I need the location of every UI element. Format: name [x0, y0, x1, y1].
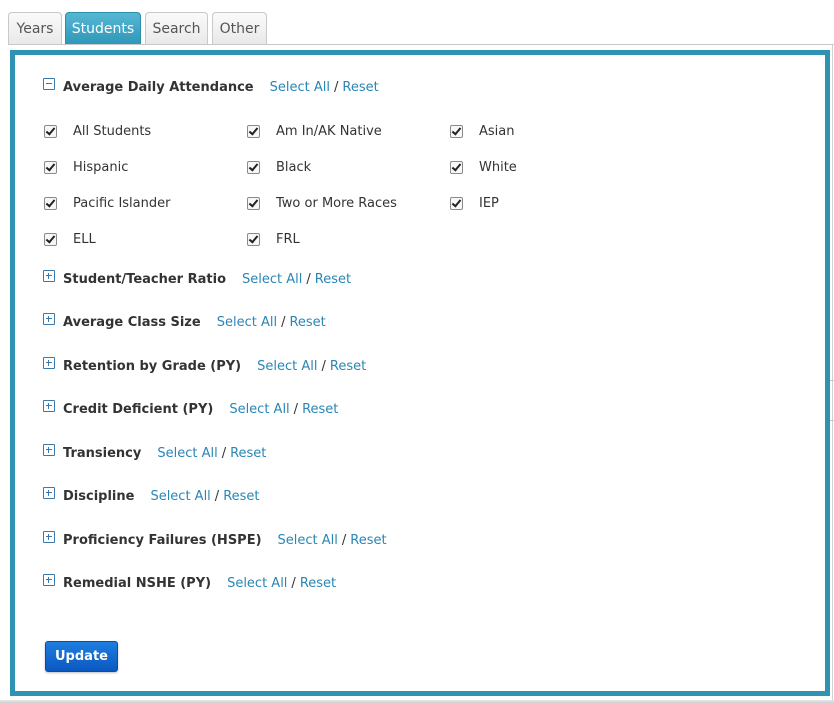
checkbox-asian[interactable]: Asian [450, 123, 514, 139]
checkbox-two-or-more-races[interactable]: Two or More Races [247, 195, 397, 211]
checkbox-label: IEP [479, 195, 499, 211]
checkbox-pacific-islander[interactable]: Pacific Islander [44, 195, 170, 211]
checkbox-black[interactable]: Black [247, 159, 311, 175]
tab-other[interactable]: Other [212, 12, 267, 44]
update-button[interactable]: Update [45, 641, 118, 672]
separator: / [306, 271, 311, 287]
expand-icon[interactable] [43, 357, 55, 369]
reset-link[interactable]: Reset [289, 315, 325, 330]
reset-link[interactable]: Reset [302, 402, 338, 417]
checkbox-am-in-ak-native[interactable]: Am In/AK Native [247, 123, 382, 139]
checkbox-label: FRL [276, 231, 300, 247]
reset-link[interactable]: Reset [350, 533, 386, 548]
tab-years[interactable]: Years [8, 12, 62, 44]
expand-icon[interactable] [43, 270, 55, 282]
checkbox-hispanic[interactable]: Hispanic [44, 159, 128, 175]
section-title: Discipline [63, 488, 135, 504]
separator: / [281, 314, 286, 330]
select-all-link[interactable]: Select All [270, 80, 330, 95]
checkbox-ell[interactable]: ELL [44, 231, 96, 247]
checkbox[interactable] [44, 124, 57, 138]
checkbox[interactable] [247, 124, 260, 138]
section-title: Retention by Grade (PY) [63, 358, 242, 374]
expand-icon[interactable] [43, 531, 55, 543]
reset-link[interactable]: Reset [342, 80, 378, 95]
reset-link[interactable]: Reset [330, 359, 366, 374]
select-all-link[interactable]: Select All [229, 402, 289, 417]
students-filter-panel: Average Daily Attendance Select All / Re… [10, 50, 830, 696]
expand-icon[interactable] [43, 487, 55, 499]
expand-icon[interactable] [43, 444, 55, 456]
checkbox[interactable] [247, 196, 260, 210]
section-proficiency-failures: Proficiency Failures (HSPE) Select All /… [43, 530, 387, 550]
section-title: Average Daily Attendance [63, 79, 254, 95]
checkbox-all-students[interactable]: All Students [44, 123, 151, 139]
section-title: Credit Deficient (PY) [63, 401, 214, 417]
section-title: Remedial NSHE (PY) [63, 575, 212, 591]
section-title: Average Class Size [63, 314, 201, 330]
checkbox[interactable] [450, 196, 463, 210]
checkbox[interactable] [247, 232, 260, 246]
select-all-link[interactable]: Select All [257, 359, 317, 374]
select-all-link[interactable]: Select All [227, 576, 287, 591]
right-border [832, 44, 833, 703]
expand-icon[interactable] [43, 313, 55, 325]
checkbox-white[interactable]: White [450, 159, 517, 175]
checkbox-label: White [479, 159, 517, 175]
checkbox-label: All Students [73, 123, 152, 139]
checkbox-iep[interactable]: IEP [450, 195, 499, 211]
tab-search[interactable]: Search [145, 12, 208, 44]
section-remedial-nshe: Remedial NSHE (PY) Select All / Reset [43, 573, 336, 593]
section-transiency: Transiency Select All / Reset [43, 443, 266, 463]
select-all-link[interactable]: Select All [217, 315, 277, 330]
section-student-teacher-ratio: Student/Teacher Ratio Select All / Reset [43, 269, 351, 289]
section-title: Transiency [63, 445, 142, 461]
checkbox-label: Asian [479, 123, 515, 139]
checkbox-label: Hispanic [73, 159, 129, 175]
section-average-class-size: Average Class Size Select All / Reset [43, 312, 326, 332]
checkbox-label: Two or More Races [276, 195, 397, 211]
collapse-icon[interactable] [43, 78, 55, 90]
expand-icon[interactable] [43, 400, 55, 412]
reset-link[interactable]: Reset [230, 446, 266, 461]
checkbox[interactable] [44, 160, 57, 174]
tab-students[interactable]: Students [65, 12, 141, 45]
checkbox[interactable] [450, 124, 463, 138]
select-all-link[interactable]: Select All [242, 272, 302, 287]
reset-link[interactable]: Reset [315, 272, 351, 287]
separator: / [291, 575, 296, 591]
section-title: Student/Teacher Ratio [63, 271, 227, 287]
section-title: Proficiency Failures (HSPE) [63, 532, 262, 548]
checkbox-label: Pacific Islander [73, 195, 171, 211]
separator: / [333, 79, 339, 95]
separator: / [221, 445, 227, 461]
section-average-daily-attendance: Average Daily Attendance Select All / Re… [43, 77, 379, 97]
checkbox-label: ELL [73, 231, 96, 247]
section-discipline: Discipline Select All / Reset [43, 486, 260, 506]
separator: / [214, 488, 220, 504]
reset-link[interactable]: Reset [300, 576, 336, 591]
checkbox[interactable] [44, 196, 57, 210]
reset-link[interactable]: Reset [223, 489, 259, 504]
checkbox-label: Am In/AK Native [276, 123, 382, 139]
select-all-link[interactable]: Select All [278, 533, 338, 548]
separator: / [293, 401, 299, 417]
separator: / [341, 532, 347, 548]
separator: / [321, 358, 326, 374]
checkbox[interactable] [247, 160, 260, 174]
section-retention-by-grade: Retention by Grade (PY) Select All / Res… [43, 356, 366, 376]
tab-divider [8, 44, 834, 45]
select-all-link[interactable]: Select All [157, 446, 217, 461]
checkbox-frl[interactable]: FRL [247, 231, 300, 247]
expand-icon[interactable] [43, 574, 55, 586]
checkbox[interactable] [44, 232, 57, 246]
section-credit-deficient: Credit Deficient (PY) Select All / Reset [43, 399, 338, 419]
checkbox[interactable] [450, 160, 463, 174]
checkbox-label: Black [276, 159, 312, 175]
select-all-link[interactable]: Select All [150, 489, 210, 504]
